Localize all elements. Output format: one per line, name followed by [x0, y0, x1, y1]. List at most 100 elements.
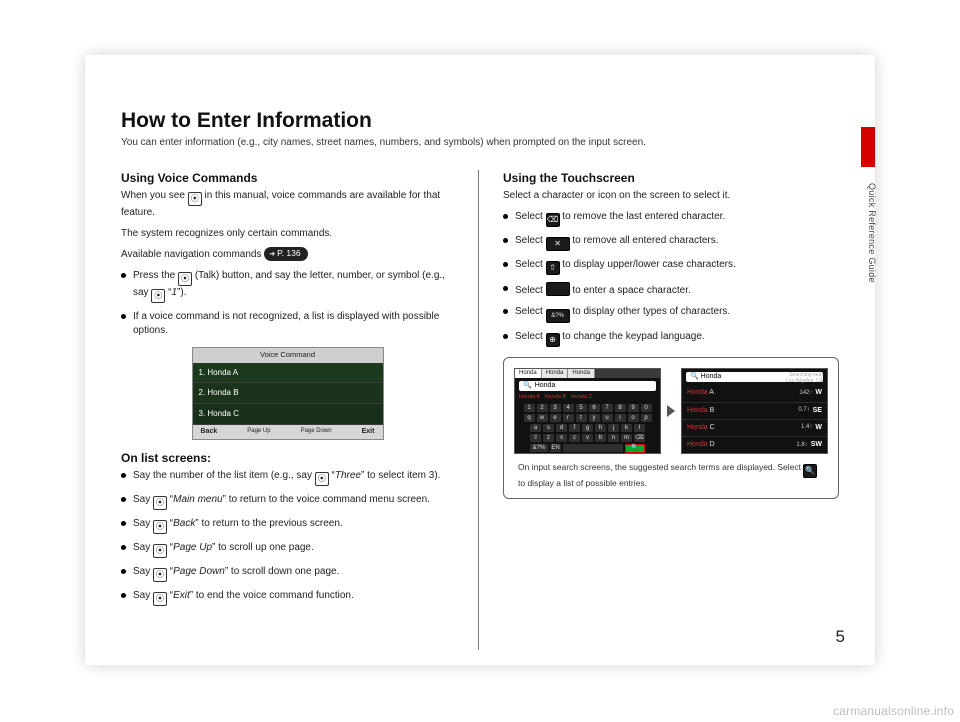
kb-key: 4 — [563, 404, 574, 412]
talk-icon: ⦿ — [153, 592, 167, 606]
vc-footer: Back Page Up Page Down Exit — [193, 425, 383, 439]
kb-key: 1 — [524, 404, 535, 412]
voice-heading: Using Voice Commands — [121, 170, 454, 187]
search-near-note: Searching nearLos Angeles, CA — [786, 372, 823, 384]
space-icon — [546, 282, 570, 296]
talk-icon: ⦿ — [153, 520, 167, 534]
command-text: Page Down — [173, 566, 225, 577]
text: Say — [133, 590, 153, 601]
symbols-icon: &?% — [546, 309, 570, 323]
text: Say — [133, 566, 153, 577]
vc-item-2: 2. Honda B — [193, 383, 383, 404]
text: When you see — [121, 190, 188, 201]
results-screenshot: Searching nearLos Angeles, CA 🔍 Honda Ho… — [681, 368, 828, 454]
list-bullet-3: Say ⦿ “Back” to return to the previous s… — [121, 517, 454, 534]
touch-bullet-clear: Select ✕ to remove all entered character… — [503, 234, 839, 251]
vc-page-down: Page Down — [301, 427, 332, 437]
touch-bullet-symbols: Select &?% to display other types of cha… — [503, 305, 839, 323]
result-row: Honda C1.4↑ W — [682, 420, 827, 437]
page-title: How to Enter Information — [121, 109, 839, 133]
watermark: carmanualsonline.info — [833, 704, 954, 718]
kb-key: w — [537, 414, 548, 422]
touch-bullet-delete: Select ⌫ to remove the last entered char… — [503, 210, 839, 227]
kb-tab-2: Honda — [542, 369, 569, 378]
globe-icon: ⊕ — [546, 333, 560, 347]
text: Select — [515, 259, 546, 270]
kb-tab-3: Honda — [568, 369, 595, 378]
kb-key: z — [543, 434, 554, 442]
talk-icon: ⦿ — [153, 544, 167, 558]
kb-key: v — [582, 434, 593, 442]
suggestion-3: Honda C — [571, 394, 593, 400]
text: ” to return to the previous screen. — [195, 518, 342, 529]
delete-icon: ⌫ — [546, 213, 560, 227]
kb-key: r — [563, 414, 574, 422]
kb-field-text: Honda — [535, 382, 556, 389]
text: Say — [133, 542, 153, 553]
touchscreen-figure-box: Honda Honda Honda 🔍Honda Honda A Honda B… — [503, 357, 839, 499]
kb-search-key: 🔍 — [625, 444, 645, 453]
voice-p1: When you see ⦿ in this manual, voice com… — [121, 189, 454, 221]
result-row: Honda A142↑ W — [682, 385, 827, 402]
kb-rows: 1234567890 qwertyuiop asdfghjkl ⇧zxcvbnm… — [515, 404, 660, 452]
text: to remove all entered characters. — [570, 235, 719, 246]
text: to display a list of possible entries. — [518, 478, 647, 488]
kb-key: b — [595, 434, 606, 442]
kb-key: m — [621, 434, 632, 442]
text: Select — [515, 285, 546, 296]
figure-caption: On input search screens, the suggested s… — [514, 462, 828, 490]
kb-key: 2 — [537, 404, 548, 412]
command-text: Page Up — [173, 542, 212, 553]
kb-key: q — [524, 414, 535, 422]
text: On input search screens, the suggested s… — [518, 462, 803, 472]
kb-key: y — [589, 414, 600, 422]
text: ” to select item 3). — [361, 470, 440, 481]
list-bullet-4: Say ⦿ “Page Up” to scroll up one page. — [121, 541, 454, 558]
keyboard-screenshot: Honda Honda Honda 🔍Honda Honda A Honda B… — [514, 368, 661, 454]
result-row: Honda D1.8↑ SW — [682, 437, 827, 454]
shift-icon: ⇧ — [546, 261, 560, 275]
vc-item-3: 3. Honda C — [193, 404, 383, 425]
text: Select — [515, 211, 546, 222]
text: Select — [515, 235, 546, 246]
kb-key: e — [550, 414, 561, 422]
text: to enter a space character. — [570, 285, 691, 296]
kb-key: i — [615, 414, 626, 422]
kb-key: 5 — [576, 404, 587, 412]
kb-key: 6 — [589, 404, 600, 412]
text: ” to scroll up one page. — [212, 542, 314, 553]
vc-title: Voice Command — [193, 348, 383, 363]
search-icon: 🔍 — [523, 381, 532, 391]
kb-lang-key: EN — [550, 444, 561, 452]
vc-page-up: Page Up — [247, 427, 270, 437]
talk-icon: ⦿ — [151, 289, 165, 303]
kb-key: d — [556, 424, 567, 432]
kb-key: n — [608, 434, 619, 442]
ls-field-text: Honda — [701, 373, 722, 380]
search-icon: 🔍 — [690, 373, 699, 380]
kb-key: 3 — [550, 404, 561, 412]
kb-key: 0 — [641, 404, 652, 412]
clear-icon: ✕ — [546, 237, 570, 251]
touch-p1: Select a character or icon on the screen… — [503, 189, 839, 204]
kb-tab-1: Honda — [515, 369, 542, 378]
list-bullet-2: Say ⦿ “Main menu” to return to the voice… — [121, 493, 454, 510]
text: to change the keypad language. — [560, 331, 705, 342]
kb-key: ⌫ — [634, 434, 645, 442]
page-content: How to Enter Information You can enter i… — [121, 109, 839, 650]
voice-bullet-2: If a voice command is not recognized, a … — [121, 310, 454, 339]
touch-bullet-space: Select to enter a space character. — [503, 282, 839, 299]
column-divider — [478, 170, 479, 650]
kb-key: x — [556, 434, 567, 442]
suggestion-1: Honda A — [519, 394, 540, 400]
kb-key: g — [582, 424, 593, 432]
text: Select — [515, 306, 546, 317]
text: Say — [133, 518, 153, 529]
voice-p3: Available navigation commands P. 136 — [121, 247, 454, 263]
talk-icon: ⦿ — [153, 568, 167, 582]
text: to display upper/lower case characters. — [560, 259, 736, 270]
talk-icon: ⦿ — [188, 192, 202, 206]
talk-icon: ⦿ — [178, 272, 192, 286]
kb-key: o — [628, 414, 639, 422]
kb-key: s — [543, 424, 554, 432]
